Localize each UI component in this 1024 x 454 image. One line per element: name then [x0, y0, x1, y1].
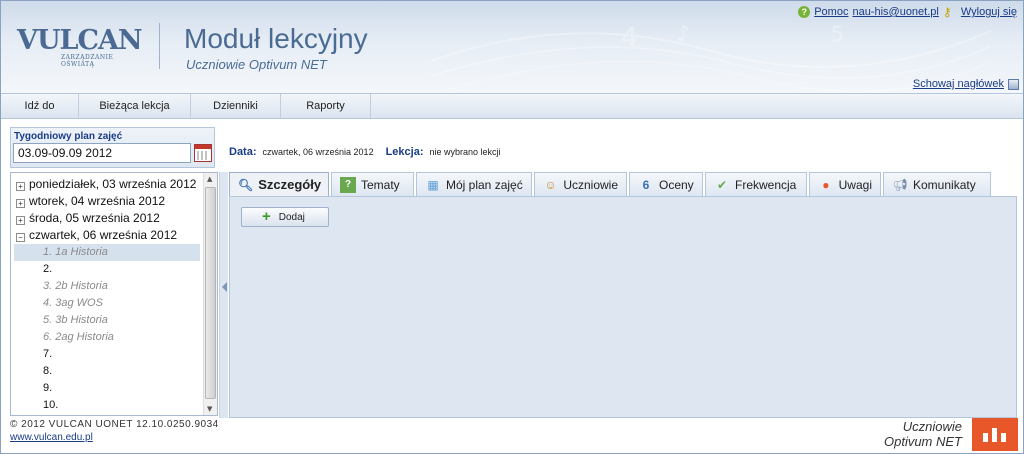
- lesson-label: Lekcja:: [385, 146, 424, 158]
- logo-text: VULCAN: [17, 25, 143, 56]
- tree-scrollbar[interactable]: ▲ ▼: [203, 173, 217, 415]
- menu-item-reports[interactable]: Raporty: [281, 94, 371, 118]
- help-link[interactable]: Pomoc: [814, 6, 848, 18]
- tree-lesson-item[interactable]: 3. 2b Historia: [14, 278, 200, 295]
- tree-day-label: środa, 05 września 2012: [29, 211, 160, 225]
- collapse-icon[interactable]: −: [16, 233, 25, 242]
- tab-bar: 🔍︎ Szczegóły ? Tematy ▦ Mój plan zajęć ☺…: [229, 172, 1017, 196]
- tree-lesson-item[interactable]: 9.: [14, 380, 200, 397]
- tab-label: Tematy: [361, 177, 400, 192]
- tab-label: Szczegóły: [258, 177, 322, 192]
- lesson-value: nie wybrano lekcji: [429, 147, 501, 157]
- tab-label: Uczniowie: [563, 177, 618, 192]
- expand-icon[interactable]: +: [16, 199, 25, 208]
- tree-day-label: wtorek, 04 września 2012: [29, 194, 166, 208]
- menu-item-journals[interactable]: Dzienniki: [191, 94, 281, 118]
- svg-text:♪: ♪: [676, 22, 690, 47]
- brand-line-1: Uczniowie: [902, 419, 962, 434]
- hide-header-control[interactable]: Schowaj nagłówek: [913, 78, 1019, 90]
- tab-my-schedule[interactable]: ▦ Mój plan zajęć: [416, 172, 532, 196]
- logo-bar: [983, 433, 988, 442]
- scroll-up-icon[interactable]: ▲: [207, 175, 212, 183]
- tree-lesson-item[interactable]: 10.: [14, 397, 200, 414]
- tree-day-item[interactable]: + poniedziałek, 03 września 2012: [11, 176, 196, 193]
- tree-day-label: poniedziałek, 03 września 2012: [29, 177, 197, 191]
- menu-item-go-to[interactable]: Idź do: [1, 94, 79, 118]
- scroll-down-icon[interactable]: ▼: [207, 405, 212, 413]
- expand-icon[interactable]: +: [16, 216, 25, 225]
- remarks-icon: ●: [822, 177, 830, 192]
- menu-item-current-lesson[interactable]: Bieżąca lekcja: [79, 94, 191, 118]
- question-book-icon: ?: [340, 176, 356, 193]
- hide-header-link[interactable]: Schowaj nagłówek: [913, 78, 1004, 90]
- footer-vulcan-link[interactable]: www.vulcan.edu.pl: [10, 432, 93, 443]
- tree-day-item[interactable]: − czwartek, 06 września 2012: [11, 227, 177, 244]
- tab-grades[interactable]: 6 Oceny: [629, 172, 703, 196]
- tree-day-label: czwartek, 06 września 2012: [29, 228, 178, 242]
- user-email-link[interactable]: nau-his@uonet.pl: [852, 6, 938, 18]
- tree-day-item[interactable]: + wtorek, 04 września 2012: [11, 193, 165, 210]
- students-icon: ☺: [544, 177, 557, 192]
- week-input[interactable]: 03.09-09.09 2012: [13, 143, 191, 163]
- schedule-grid-icon: ▦: [427, 177, 439, 192]
- header: 4 ♪ 5 VULCAN ZARZĄDZANIE OŚWIATĄ Moduł l…: [1, 1, 1023, 93]
- week-picker-label: Tygodniowy plan zajęć: [14, 131, 123, 142]
- top-links: ? Pomoc nau-his@uonet.pl ⚷ Wyloguj się: [798, 6, 1017, 18]
- tab-label: Komunikaty: [913, 177, 976, 192]
- svg-text:4: 4: [621, 23, 638, 53]
- tab-label: Oceny: [659, 177, 694, 192]
- panel-splitter[interactable]: [219, 172, 228, 418]
- tab-topics[interactable]: ? Tematy: [331, 172, 414, 196]
- optivum-logo-icon: [972, 418, 1018, 451]
- key-icon[interactable]: ⚷: [943, 6, 957, 18]
- logo-bar: [992, 428, 997, 442]
- tab-attendance[interactable]: ✔ Frekwencja: [705, 172, 807, 196]
- lesson-tree: + poniedziałek, 03 września 2012 + wtorek,…: [10, 172, 218, 416]
- logo-separator: [159, 23, 160, 69]
- attendance-icon: ✔: [716, 177, 728, 192]
- tab-students[interactable]: ☺ Uczniowie: [534, 172, 627, 196]
- plus-icon: +: [262, 208, 271, 225]
- tab-remarks[interactable]: ● Uwagi: [809, 172, 881, 196]
- date-label: Data:: [229, 146, 257, 158]
- add-button-label: Dodaj: [278, 211, 305, 223]
- brand-text: Uczniowie Optivum NET: [884, 419, 962, 449]
- tree-lesson-item[interactable]: 7.: [14, 346, 200, 363]
- svg-text:5: 5: [831, 22, 844, 46]
- tab-label: Mój plan zajęć: [446, 177, 523, 192]
- tab-label: Uwagi: [838, 177, 872, 192]
- tree-lesson-item[interactable]: 6. 2ag Historia: [14, 329, 200, 346]
- tab-messages[interactable]: 📢︎ Komunikaty: [883, 172, 991, 196]
- tree-lesson-item[interactable]: 5. 3b Historia: [14, 312, 200, 329]
- app-title: Moduł lekcyjny: [184, 23, 368, 54]
- tab-details[interactable]: 🔍︎ Szczegóły: [229, 172, 329, 196]
- tree-lesson-item[interactable]: 2.: [14, 261, 200, 278]
- hide-header-icon[interactable]: [1008, 78, 1019, 90]
- brand-line-2: Optivum NET: [883, 434, 962, 449]
- logo-tagline: ZARZĄDZANIE OŚWIATĄ: [61, 54, 114, 68]
- add-button[interactable]: + Dodaj: [241, 207, 329, 227]
- tree-lesson-item[interactable]: 1. 1a Historia: [14, 244, 200, 261]
- tree-lesson-item[interactable]: 4. 3ag WOS: [14, 295, 200, 312]
- expand-icon[interactable]: +: [16, 182, 25, 191]
- details-panel: + Dodaj: [229, 196, 1017, 418]
- help-icon[interactable]: ?: [798, 6, 811, 18]
- grades-icon: 6: [642, 177, 650, 192]
- calendar-icon[interactable]: [194, 144, 212, 162]
- app-subtitle: Uczniowie Optivum NET: [186, 57, 327, 72]
- footer-copyright: © 2012 VULCAN UONET 12.10.0250.9034: [10, 419, 219, 430]
- tree-lesson-item[interactable]: 8.: [14, 363, 200, 380]
- tree-day-item[interactable]: + środa, 05 września 2012: [11, 210, 160, 227]
- logo-bar: [1001, 433, 1006, 442]
- main-menu: Idź do Bieżąca lekcja Dzienniki Raporty: [1, 93, 1023, 119]
- tab-label: Frekwencja: [735, 177, 797, 192]
- lesson-info: Data: czwartek, 06 września 2012 Lekcja:…: [229, 146, 501, 158]
- date-value: czwartek, 06 września 2012: [262, 147, 374, 157]
- scroll-thumb[interactable]: [205, 187, 216, 399]
- vulcan-logo: VULCAN ZARZĄDZANIE OŚWIATĄ: [17, 25, 147, 68]
- magnifier-icon: 🔍︎: [238, 177, 254, 192]
- megaphone-icon: 📢︎: [892, 177, 908, 192]
- logout-link[interactable]: Wyloguj się: [961, 6, 1017, 18]
